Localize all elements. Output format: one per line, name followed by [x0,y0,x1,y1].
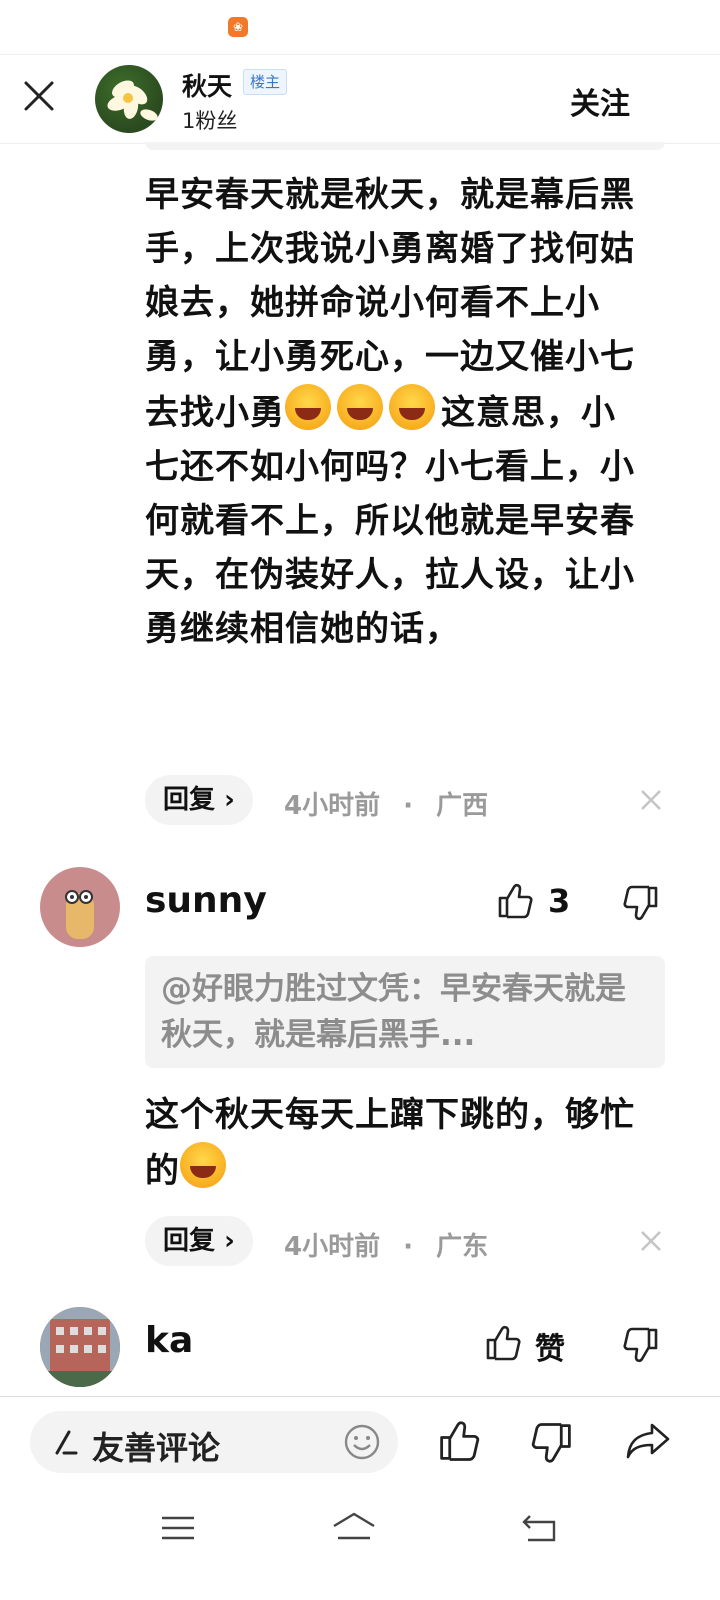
bottom-action-bar: 友善评论 [0,1396,720,1493]
reply-label: 回复 [163,1226,216,1256]
thumbs-down-icon[interactable] [622,1326,660,1364]
comment-text: 早安春天就是秋天，就是幕后黑手，上次我说小勇离婚了找何姑娘去，她拼命说小何看不上… [145,168,650,656]
username[interactable]: ka [145,1320,193,1361]
comment-location: 广西 [436,791,489,821]
close-icon[interactable] [20,75,60,119]
comment-location: 广东 [436,1232,489,1262]
author-avatar[interactable] [95,65,163,133]
laughing-emoji-icon [285,384,331,430]
like-label[interactable]: 赞 [535,1324,565,1368]
reply-button[interactable]: 回复 › [145,775,253,825]
thumbs-down-icon[interactable] [530,1421,574,1465]
user-avatar[interactable] [40,1307,120,1387]
system-nav-bar [0,1492,720,1600]
comment-input-placeholder: 友善评论 [92,1429,221,1467]
like-count: 3 [548,882,571,920]
dismiss-icon[interactable] [638,787,664,813]
status-bar: ❀ [0,0,720,54]
follow-button[interactable]: 关注 [570,79,630,123]
thumbs-up-icon[interactable] [496,882,534,920]
laughing-emoji-icon [389,384,435,430]
quoted-comment[interactable]: @好眼力胜过文凭：早安春天就是秋天，就是幕后黑手... [145,956,665,1068]
cartoon-avatar-image [65,890,94,939]
app-notification-icon: ❀ [228,17,248,37]
emoji-picker-icon[interactable] [343,1423,381,1461]
comment-input[interactable]: 友善评论 [30,1411,398,1473]
chevron-right-icon: › [215,785,235,815]
author-name[interactable]: 秋天 [182,67,232,103]
reply-button[interactable]: 回复 › [145,1216,253,1266]
flower-image [107,80,158,121]
comment-text: 这个秋天每天上蹿下跳的，够忙的 [145,1088,645,1198]
building-photo-image [40,1307,120,1387]
fans-count: 1粉丝 [182,109,238,133]
share-icon[interactable] [624,1419,672,1463]
comment-time: 4小时前 [284,1232,381,1262]
chevron-right-icon: › [215,1226,235,1256]
meta-separator: · [403,791,414,821]
laughing-emoji-icon [337,384,383,430]
comment-meta: 4小时前 · 广西 [284,785,488,822]
header: 秋天 楼主 1粉丝 关注 [0,54,720,144]
meta-separator: · [403,1232,414,1262]
sweat-smile-emoji-icon [180,1142,226,1188]
comment-meta: 4小时前 · 广东 [284,1226,488,1263]
thumbs-up-icon[interactable] [484,1324,522,1362]
thumbs-down-icon[interactable] [622,884,660,922]
home-icon[interactable] [330,1510,378,1544]
dismiss-icon[interactable] [638,1228,664,1254]
username[interactable]: sunny [145,880,267,921]
quote-box-remnant [145,142,665,150]
back-icon[interactable] [520,1510,558,1544]
thumbs-up-icon[interactable] [437,1419,481,1463]
user-avatar[interactable] [40,867,120,947]
menu-icon[interactable] [160,1514,196,1542]
pen-icon [55,1430,78,1455]
reply-label: 回复 [163,785,216,815]
op-badge: 楼主 [243,69,288,95]
comment-time: 4小时前 [284,791,381,821]
quoted-text: @好眼力胜过文凭：早安春天就是秋天，就是幕后黑手... [161,971,626,1053]
